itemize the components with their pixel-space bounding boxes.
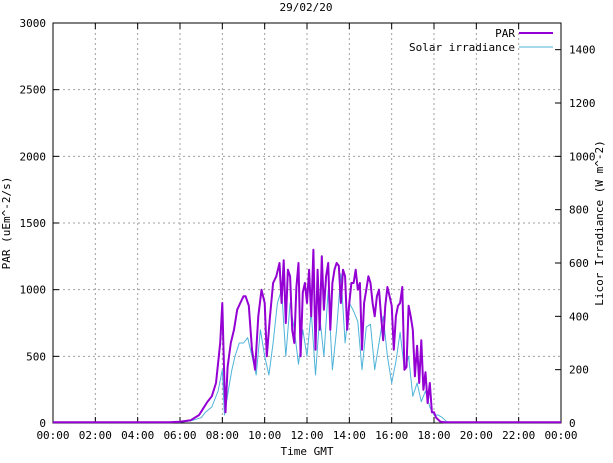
y-left-tick-label: 1000 bbox=[20, 284, 47, 297]
x-tick-label: 00:00 bbox=[36, 429, 69, 442]
y-axis-right-label: Licor Irradiance (W m^-2) bbox=[593, 140, 606, 306]
x-tick-label: 14:00 bbox=[333, 429, 366, 442]
legend-label-solar-irradiance: Solar irradiance bbox=[409, 41, 515, 54]
series-line-par bbox=[53, 248, 561, 424]
chart-title: 29/02/20 bbox=[280, 1, 333, 14]
x-tick-label: 06:00 bbox=[163, 429, 196, 442]
y-right-tick-label: 0 bbox=[569, 417, 576, 430]
y-left-tick-label: 2000 bbox=[20, 150, 47, 163]
y-right-tick-label: 400 bbox=[569, 310, 589, 323]
x-tick-label: 22:00 bbox=[502, 429, 535, 442]
y-left-tick-label: 500 bbox=[26, 350, 46, 363]
x-axis-label: Time GMT bbox=[281, 445, 334, 458]
y-right-tick-label: 200 bbox=[569, 364, 589, 377]
x-tick-label: 18:00 bbox=[417, 429, 450, 442]
x-tick-label: 20:00 bbox=[460, 429, 493, 442]
chart-container: 00:00 02:00 04:00 06:00 08:00 10:00 12:00 14:00… bbox=[0, 0, 613, 459]
x-tick-label: 02:00 bbox=[79, 429, 112, 442]
x-tick-label: 00:00 bbox=[544, 429, 577, 442]
y-right-tick-label: 800 bbox=[569, 204, 589, 217]
y-right-tick-label: 1400 bbox=[569, 44, 596, 57]
y-left-tick-label: 1500 bbox=[20, 217, 47, 230]
x-tick-label: 16:00 bbox=[375, 429, 408, 442]
legend: PAR Solar irradiance bbox=[409, 27, 553, 54]
chart-canvas: 00:00 02:00 04:00 06:00 08:00 10:00 12:00 14:00… bbox=[0, 1, 606, 458]
x-tick-label: 10:00 bbox=[248, 429, 281, 442]
y-left-tick-label: 2500 bbox=[20, 84, 47, 97]
y-right-tick-label: 1200 bbox=[569, 97, 596, 110]
y-left-tick-label: 0 bbox=[39, 417, 46, 430]
y-right-tick-label: 600 bbox=[569, 257, 589, 270]
legend-label-par: PAR bbox=[495, 27, 515, 40]
x-tick-label: 08:00 bbox=[206, 429, 239, 442]
y-right-tick-label: 1000 bbox=[569, 150, 596, 163]
x-tick-label: 04:00 bbox=[121, 429, 154, 442]
y-left-tick-label: 3000 bbox=[20, 17, 47, 30]
y-axis-left-label: PAR (uEm^-2/s) bbox=[0, 177, 13, 270]
x-tick-label: 12:00 bbox=[290, 429, 323, 442]
